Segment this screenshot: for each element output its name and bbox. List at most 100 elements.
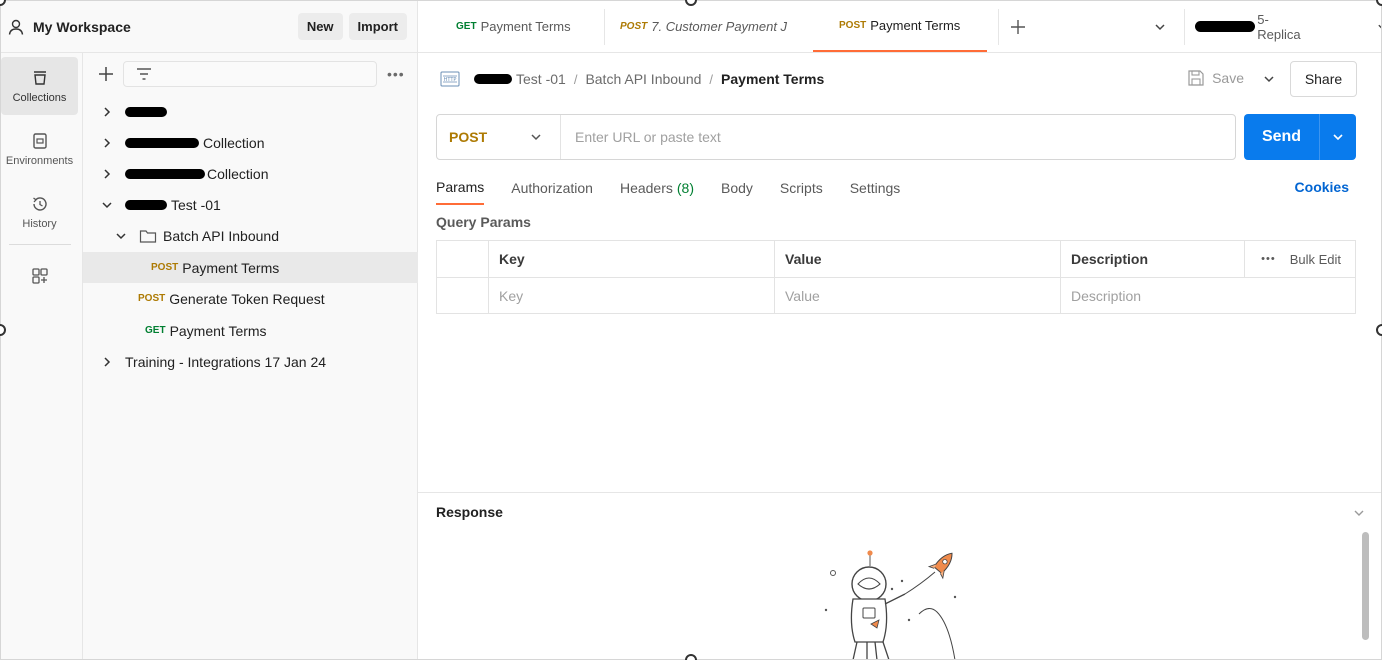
- chevron-down-icon: [116, 232, 126, 239]
- tab-headers[interactable]: Headers (8): [620, 171, 694, 205]
- column-header-value: Value: [774, 241, 1060, 277]
- filter-input[interactable]: [123, 61, 377, 87]
- send-button[interactable]: Send: [1244, 128, 1319, 146]
- tab-params[interactable]: Params: [436, 171, 485, 205]
- redacted-text: [1195, 21, 1256, 32]
- bulk-edit[interactable]: ••• Bulk Edit: [1261, 241, 1341, 277]
- sidebar-rail: Collections Environments History: [1, 53, 83, 659]
- send-button-group: Send: [1244, 114, 1356, 160]
- tab-post-payment-terms[interactable]: POST Payment Terms: [813, 1, 987, 52]
- tree-item-label: Batch API Inbound: [163, 227, 279, 244]
- tree-item-request[interactable]: POST Generate Token Request: [83, 283, 418, 314]
- rail-item-label: History: [22, 218, 57, 230]
- rail-divider: [9, 244, 71, 245]
- chevron-down-icon: [1378, 24, 1381, 28]
- tree-item-label: Training - Integrations 17 Jan 24: [125, 353, 327, 370]
- new-tab-button[interactable]: [1010, 1, 1026, 52]
- collections-icon: [33, 71, 46, 85]
- tree-item[interactable]: [83, 96, 418, 127]
- plus-icon: [1011, 19, 1025, 34]
- chevron-down-icon: [531, 134, 541, 141]
- breadcrumb: Test -01 / Batch API Inbound / Payment T…: [474, 71, 824, 87]
- method-badge: GET: [145, 325, 166, 336]
- chevron-down-icon[interactable]: [1353, 507, 1365, 519]
- tab-settings[interactable]: Settings: [850, 171, 901, 205]
- environment-selector[interactable]: 5-Replica: [1195, 1, 1381, 52]
- breadcrumb-folder[interactable]: Batch API Inbound: [585, 71, 701, 87]
- new-button[interactable]: New: [297, 13, 343, 40]
- tree-item[interactable]: Test -01: [83, 189, 418, 220]
- tab-divider: [1184, 9, 1185, 45]
- tab-divider: [604, 9, 605, 45]
- headers-count: (8): [676, 180, 694, 196]
- rail-item-collections[interactable]: Collections: [1, 57, 78, 115]
- more-options-icon[interactable]: •••: [1261, 253, 1276, 265]
- astronaut-illustration: [824, 550, 957, 659]
- import-button[interactable]: Import: [348, 13, 407, 40]
- method-badge: POST: [138, 293, 166, 304]
- redacted-text: [125, 106, 167, 117]
- redacted-text: [125, 137, 199, 148]
- response-title: Response: [436, 504, 503, 520]
- url-input[interactable]: [575, 117, 1175, 157]
- tab-body[interactable]: Body: [721, 171, 753, 205]
- tree-item-request[interactable]: GET Payment Terms: [83, 315, 418, 346]
- redacted-text: [125, 168, 205, 179]
- key-input[interactable]: Key: [488, 278, 774, 314]
- tab-scripts[interactable]: Scripts: [780, 171, 823, 205]
- plus-icon[interactable]: [97, 65, 115, 83]
- bulk-edit-link[interactable]: Bulk Edit: [1290, 252, 1341, 267]
- save-label: Save: [1212, 70, 1244, 86]
- tab-authorization[interactable]: Authorization: [511, 171, 593, 205]
- request-subtabs: Params Authorization Headers (8) Body Scr…: [436, 171, 927, 205]
- tree-item-label: Generate Token Request: [169, 290, 325, 307]
- request-tabbar: GET Payment Terms POST 7. Customer Payme…: [418, 1, 1381, 53]
- tree-item-label: Payment Terms: [182, 259, 280, 276]
- tab-customer-payment[interactable]: POST 7. Customer Payment J: [620, 1, 787, 52]
- tree-item[interactable]: Training - Integrations 17 Jan 24: [83, 346, 418, 377]
- environment-name: 5-Replica: [1257, 11, 1301, 42]
- share-button[interactable]: Share: [1290, 61, 1357, 97]
- send-options-button[interactable]: [1320, 131, 1356, 143]
- rail-item-add-widgets[interactable]: [1, 249, 78, 307]
- value-input[interactable]: Value: [774, 278, 1060, 314]
- tree-item-label: Payment Terms: [169, 322, 267, 339]
- svg-text:HTTP: HTTP: [444, 77, 457, 83]
- chevron-down-icon[interactable]: [1263, 73, 1275, 85]
- resize-handle[interactable]: [685, 654, 697, 660]
- tree-item-folder[interactable]: Batch API Inbound: [83, 220, 418, 251]
- method-select[interactable]: POST: [437, 115, 561, 159]
- response-scrollbar[interactable]: [1362, 532, 1369, 640]
- tab-get-payment-terms[interactable]: GET Payment Terms: [456, 1, 571, 52]
- chevron-right-icon: [104, 106, 111, 117]
- tree-item-label: Collection: [203, 134, 265, 151]
- tab-label: Payment Terms: [870, 18, 961, 33]
- workspace-header: My Workspace New Import: [1, 1, 418, 53]
- user-icon: [8, 19, 24, 35]
- breadcrumb-collection[interactable]: Test -01: [516, 71, 566, 87]
- more-options-icon[interactable]: •••: [387, 66, 405, 82]
- rail-item-history[interactable]: History: [1, 183, 78, 241]
- tab-label: Payment Terms: [480, 19, 571, 34]
- add-widgets-icon: [31, 268, 48, 284]
- query-params-table: Key Value Description ••• Bulk Edit Key …: [436, 240, 1356, 314]
- tree-item-request[interactable]: POST Payment Terms: [83, 252, 418, 283]
- tree-item[interactable]: Collection: [83, 127, 418, 158]
- tree-item[interactable]: Collection: [83, 158, 418, 189]
- method-badge: GET: [456, 21, 477, 32]
- column-header-key: Key: [488, 241, 774, 277]
- table-row: Key Value Description: [437, 278, 1355, 315]
- app-window: My Workspace New Import Collections Envi…: [0, 0, 1382, 660]
- redacted-text: [474, 74, 512, 84]
- request-header: HTTP Test -01 / Batch API Inbound / Paym…: [418, 53, 1381, 105]
- save-button[interactable]: Save: [1187, 69, 1244, 87]
- collections-toolbar: •••: [83, 53, 417, 95]
- cookies-link[interactable]: Cookies: [1295, 179, 1349, 195]
- description-input[interactable]: Description: [1060, 278, 1355, 314]
- rail-item-environments[interactable]: Environments: [1, 120, 78, 178]
- url-bar: POST: [436, 114, 1236, 160]
- tabs-overflow-button[interactable]: [1154, 1, 1166, 52]
- save-icon: [1188, 70, 1204, 86]
- chevron-down-icon: [102, 201, 112, 208]
- resize-handle[interactable]: [1376, 324, 1382, 336]
